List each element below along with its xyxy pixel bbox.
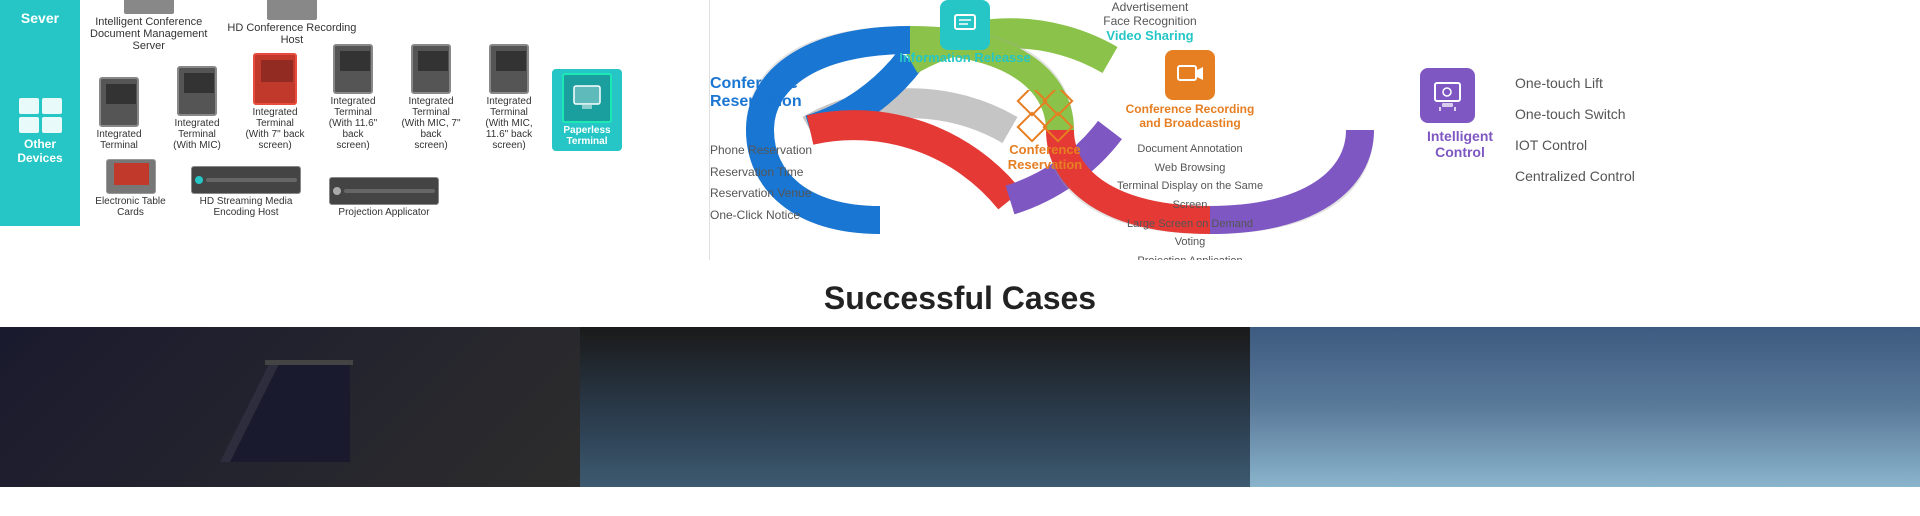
server-label: Sever: [0, 0, 80, 36]
other-devices-label: Other Devices: [4, 137, 76, 165]
successful-cases-heading: Successful Cases: [0, 260, 1920, 327]
intelligent-control-section: Intelligent Control: [1420, 68, 1500, 160]
bottom-image-center: [580, 327, 1250, 487]
device-silhouette: [190, 342, 390, 472]
terminal-mic-11: Integrated Terminal(With MIC, 11.6" back…: [474, 44, 544, 151]
main-content: Sever Intelligent ConferenceDocument Man…: [0, 0, 1920, 260]
intelligent-items-list: One-touch Lift One-touch Switch IOT Cont…: [1515, 68, 1900, 191]
bottom-images: [0, 327, 1920, 487]
device-icon-2: [42, 98, 62, 114]
item-iot-control: IOT Control: [1515, 130, 1900, 161]
projection-applicator: Projection Applicator: [319, 177, 449, 218]
intelligent-control-items: One-touch Lift One-touch Switch IOT Cont…: [1515, 68, 1900, 191]
left-panel: Sever Intelligent ConferenceDocument Man…: [0, 0, 710, 260]
terminal-mic-7: Integrated Terminal(With MIC, 7" backscr…: [396, 44, 466, 151]
diagram-svg: Conference Reservation Phone Reservation…: [710, 0, 1400, 260]
device-icon-3: [19, 117, 39, 133]
item-one-touch-lift: One-touch Lift: [1515, 68, 1900, 99]
server-row: Sever Intelligent ConferenceDocument Man…: [0, 0, 709, 36]
terminal-11inch: Integrated Terminal(With 11.6" backscree…: [318, 44, 388, 151]
item-one-touch-switch: One-touch Switch: [1515, 99, 1900, 130]
second-row-items: Electronic Table Cards HD Streaming Medi…: [84, 155, 705, 222]
terminals-grid: Integrated Terminal IntegratedTerminal(W…: [80, 36, 709, 226]
terminals-row-1: Integrated Terminal IntegratedTerminal(W…: [84, 40, 705, 155]
electronic-table-cards: Electronic Table Cards: [88, 159, 173, 218]
terminal-paperless: Paperless Terminal: [552, 69, 622, 151]
center-diagram: Conference Reservation Phone Reservation…: [710, 0, 1400, 260]
bottom-image-right: [1250, 327, 1920, 487]
terminal-integrated: Integrated Terminal: [84, 77, 154, 151]
terminal-mic: IntegratedTerminal(With MIC): [162, 66, 232, 151]
terminal-7inch: IntegratedTerminal(With 7" backscreen): [240, 53, 310, 151]
item-centralized-control: Centralized Control: [1515, 161, 1900, 192]
devices-main: Other Devices Integrated Terminal: [0, 36, 709, 226]
other-devices-icons: [19, 98, 62, 133]
device-icon-4: [42, 117, 62, 133]
right-panel: Intelligent Control One-touch Lift One-t…: [1400, 0, 1920, 260]
other-devices-panel: Other Devices: [0, 36, 80, 226]
intelligent-control-label: Intelligent Control: [1420, 128, 1500, 160]
hd-streaming-host: HD Streaming Media Encoding Host: [181, 166, 311, 218]
device-icon-1: [19, 98, 39, 114]
bottom-image-left: [0, 327, 580, 487]
